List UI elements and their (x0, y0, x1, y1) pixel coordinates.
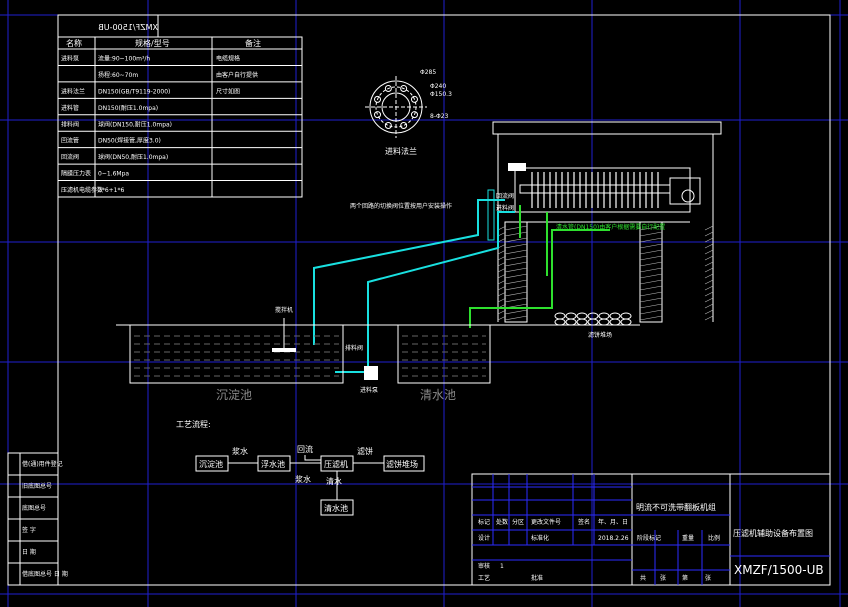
tb-review: 审核 (478, 562, 490, 570)
flow-node-4: 滤饼堆场 (386, 459, 418, 469)
spec-header-model: 规格/型号 (135, 38, 170, 48)
tb-stage: 阶段标记 (637, 534, 661, 542)
flow-node-5: 清水池 (324, 503, 348, 513)
left-strip-cell: 旧底图总号 (22, 482, 52, 490)
model-name: 明流不可洗带翻板机组 (636, 502, 716, 512)
tanks: 搅拌机 进料泵 排料阀 沉淀池 清水池 两个回路的切换阀位置按用户安装操作 回流… (116, 192, 665, 402)
spec-cell-model: 流量:90~100m³/h (98, 55, 150, 63)
drawing-title: 压滤机辅助设备布置图 (733, 528, 813, 538)
spec-cell-note: 电缆规格 (216, 55, 240, 63)
tb-sheet: 张 (705, 574, 711, 582)
tb-design-date: 2018.2.26 (598, 535, 629, 542)
tb-zone: 分区 (512, 518, 524, 526)
switch-note: 两个回路的切换阀位置按用户安装操作 (350, 202, 452, 210)
flange-dim-3: Φ150.3 (430, 91, 452, 98)
spec-cell-name: 排料阀 (61, 120, 79, 128)
spec-cell-model: 0~1.6Mpa (98, 171, 129, 178)
flow-node-1: 沉淀池 (199, 459, 223, 469)
spec-cell-model: 球阀(DN50,耐压1.0mpa) (98, 153, 168, 161)
spec-cell-model: 3*6+1*6 (98, 187, 124, 194)
left-strip-cell: 签 字 (22, 526, 36, 534)
flange-dim-4: 8-Φ23 (430, 113, 449, 120)
left-strip-cell: 借(通)用件登记 (22, 460, 63, 468)
stirrer-label: 搅拌机 (275, 306, 293, 314)
flow-edge-5: 清水 (326, 476, 342, 486)
left-strip-cell: 日 期 (22, 548, 36, 556)
tb-count: 处数 (496, 518, 508, 526)
process-flow: 工艺流程: 沉淀池 浮水池 压滤机 滤饼堆场 清水池 浆水 回流 浆水 滤饼 清… (176, 419, 425, 516)
spec-cell-model: 球阀(DN150,耐压1.0mpa) (98, 120, 172, 128)
spec-cell-name: 进料泵 (61, 55, 79, 63)
drain-note: 清水管(DN150)由客户根据需要自行配置 (556, 223, 665, 231)
flow-node-3: 压滤机 (324, 459, 348, 469)
tb-approve: 批准 (531, 574, 543, 582)
valve-label: 排料阀 (345, 344, 363, 352)
left-strip-cell: 底图总号 (22, 504, 46, 512)
tb-change-doc: 更改文件号 (531, 518, 561, 526)
flange-dim-1: Φ285 (420, 69, 436, 76)
tb-scale-value: 1 (500, 563, 504, 570)
spec-header-name: 名称 (66, 38, 82, 48)
top-drawing-no: XMZF/1500-UB (98, 23, 158, 32)
feed-valve-label: 进料阀 (496, 204, 514, 212)
spec-cell-name: 回流阀 (61, 153, 79, 161)
drawing-number: XMZF/1500-UB (734, 563, 824, 577)
spec-cell-model: DN150(耐压1.0mpa) (98, 104, 158, 112)
left-strip: 借(通)用件登记旧底图总号底图总号签 字日 期借底图总号 日 期 (7, 452, 68, 586)
spec-cell-note: 由客户自行提供 (216, 71, 258, 79)
tank1-label: 沉淀池 (216, 388, 252, 402)
spec-cell-model: 扬程:60~70m (98, 71, 138, 79)
flow-edge-3: 浆水 (295, 474, 311, 484)
return-valve-label: 回流阀 (496, 192, 514, 200)
tb-sheet-no: 第 (682, 574, 688, 582)
title-block: 明流不可洗带翻板机组 压滤机辅助设备布置图 XMZF/1500-UB 标记 处数… (471, 473, 831, 586)
spec-cell-name: 隔膜压力表 (61, 170, 91, 178)
tank2-label: 清水池 (420, 388, 456, 402)
cake-pile-label: 滤饼堆场 (588, 331, 612, 339)
spec-cell-name: 压滤机电缆参数 (61, 186, 103, 194)
flange-drawing: Φ285 Φ240 Φ150.3 8-Φ23 进料法兰 (365, 69, 452, 156)
spec-cell-name: 回流管 (61, 137, 79, 145)
flange-label: 进料法兰 (385, 146, 417, 156)
flow-node-2: 浮水池 (261, 459, 285, 469)
tb-date: 年、月、日 (598, 518, 628, 526)
tb-sheets: 张 (660, 574, 666, 582)
process-title: 工艺流程: (176, 419, 211, 429)
tb-standard: 标准化 (531, 534, 549, 542)
tb-total: 共 (640, 574, 646, 582)
spec-header-note: 备注 (245, 38, 261, 48)
flange-dim-2: Φ240 (430, 83, 446, 90)
tb-mark: 标记 (478, 518, 490, 526)
tb-process: 工艺 (478, 574, 490, 582)
tb-weight: 重量 (682, 534, 694, 542)
spec-cell-model: DN150(GB/T9119-2000) (98, 88, 170, 95)
spec-cell-name: 进料管 (61, 104, 79, 112)
flow-edge-1: 浆水 (232, 446, 248, 456)
tb-sign: 签名 (578, 518, 590, 526)
spec-cell-name: 进料法兰 (61, 87, 85, 95)
tb-design: 设计 (478, 534, 490, 542)
pump-label: 进料泵 (360, 386, 378, 394)
flow-edge-4: 滤饼 (357, 446, 373, 456)
spec-cell-note: 尺寸如图 (216, 87, 240, 95)
tb-ratio: 比例 (708, 534, 720, 542)
flow-edge-2: 回流 (297, 444, 313, 454)
spec-cell-model: DN50(焊接管,厚度3.0) (98, 137, 161, 145)
spec-table: XMZF/1500-UB 进料泵 流量:90~100m³/h 电缆规格扬程:60~7… (57, 14, 303, 198)
left-strip-cell: 借底图总号 日 期 (22, 570, 68, 578)
